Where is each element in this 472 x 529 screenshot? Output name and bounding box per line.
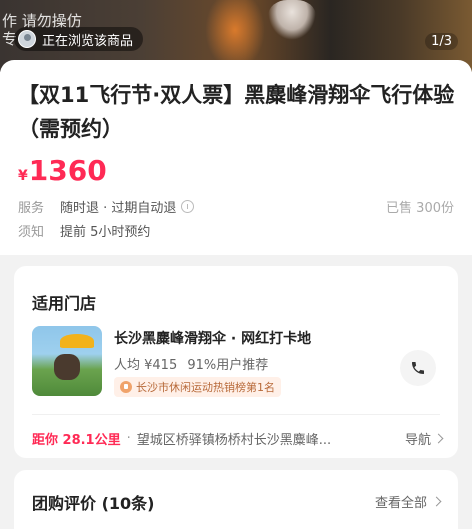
price-value: 1360 — [28, 154, 107, 187]
store-section-title: 适用门店 — [32, 294, 97, 313]
rank-badge[interactable]: 长沙市休闲运动热销榜第1名 — [114, 377, 281, 397]
product-title: 【双11飞行节·双人票】黑麋峰滑翔伞飞行体验（需预约） — [18, 83, 455, 141]
reviews-card: 团购评价 (10条) 查看全部 — [14, 470, 458, 529]
chevron-right-icon — [431, 496, 442, 507]
price-currency: ¥ — [18, 168, 28, 184]
store-recommend: 91%用户推荐 — [187, 358, 269, 373]
store-name[interactable]: 长沙黑麋峰滑翔伞 · 网红打卡地 — [114, 328, 311, 348]
medal-icon — [120, 381, 132, 393]
chevron-right-icon — [433, 433, 444, 444]
service-value: 随时退 · 过期自动退 — [60, 201, 177, 216]
notice-value: 提前 5小时预约 — [60, 225, 151, 240]
service-row[interactable]: 服务 随时退 · 过期自动退 — [18, 197, 195, 216]
reviews-title: 团购评价 (10条) — [32, 494, 155, 513]
store-stats: 人均 ¥415 91%用户推荐 — [114, 354, 268, 373]
watching-text: 正在浏览该商品 — [42, 33, 134, 49]
notice-row: 须知 提前 5小时预约 — [18, 221, 150, 240]
image-page-counter: 1/3 — [425, 33, 458, 50]
product-price: ¥ 1360 — [18, 154, 107, 187]
notice-label: 须知 — [18, 225, 45, 240]
store-thumbnail[interactable] — [32, 326, 102, 396]
call-button[interactable] — [400, 350, 436, 386]
rank-text: 长沙市休闲运动热销榜第1名 — [136, 381, 275, 394]
paraglider-shape — [60, 334, 94, 348]
info-icon[interactable] — [181, 200, 195, 213]
navigate-button[interactable]: 导航 — [404, 429, 444, 448]
store-per-capita: 人均 ¥415 — [114, 358, 178, 373]
view-all-reviews-button[interactable]: 查看全部 — [374, 492, 442, 511]
navigate-label: 导航 — [404, 433, 431, 448]
phone-icon — [412, 362, 424, 374]
product-info-card: 【双11飞行节·双人票】黑麋峰滑翔伞飞行体验（需预约） ¥ 1360 服务 随时… — [0, 60, 472, 255]
hero-photo-subject — [268, 0, 316, 40]
view-all-label: 查看全部 — [374, 496, 427, 511]
store-divider — [32, 414, 440, 415]
distance-text: 距你 28.1公里 — [32, 433, 121, 448]
applicable-store-card: 适用门店 长沙黑麋峰滑翔伞 · 网红打卡地 人均 ¥415 91%用户推荐 长沙… — [14, 266, 458, 458]
viewer-avatar — [18, 30, 36, 48]
service-label: 服务 — [18, 201, 45, 216]
watching-indicator: 正在浏览该商品 — [14, 27, 144, 51]
sold-count: 已售 300份 — [386, 201, 454, 216]
pilot-shape — [54, 354, 80, 380]
distance-row[interactable]: 距你 28.1公里 · 望城区桥驿镇杨桥村长沙黑麋峰... 导航 — [32, 429, 444, 448]
distance-separator: · — [126, 431, 131, 446]
store-address: 望城区桥驿镇杨桥村长沙黑麋峰... — [136, 433, 332, 448]
